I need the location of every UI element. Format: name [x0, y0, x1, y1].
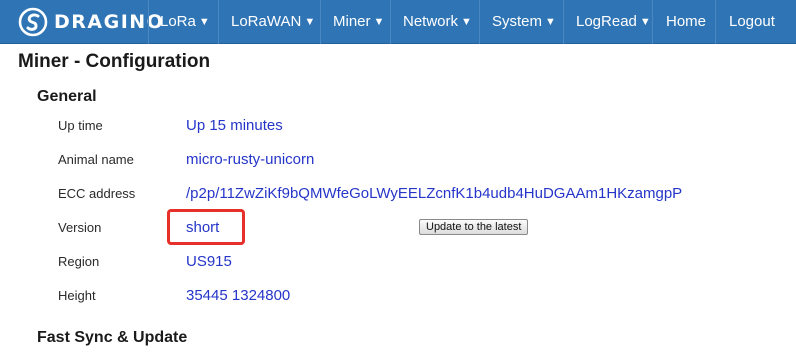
value-region: US915: [186, 253, 232, 270]
nav-item-system[interactable]: System ▼: [492, 0, 556, 44]
nav-item-lora[interactable]: LoRa ▼: [160, 0, 210, 44]
section-title-general: General: [37, 88, 97, 105]
nav-divider: [320, 0, 321, 44]
label-height: Height: [58, 288, 96, 303]
update-to-latest-button[interactable]: Update to the latest: [419, 219, 529, 235]
nav-divider: [390, 0, 391, 44]
nav-item-logread[interactable]: LogRead ▼: [576, 0, 651, 44]
page: DRAGINO LoRa ▼ LoRaWAN ▼ Miner ▼ Network ▼ S…: [0, 0, 796, 357]
label-animal-name: Animal name: [58, 152, 134, 167]
nav-divider: [479, 0, 480, 44]
caret-down-icon: ▼: [461, 16, 472, 28]
label-region: Region: [58, 254, 100, 269]
caret-down-icon: ▼: [198, 16, 210, 28]
version-highlight-box: [167, 209, 245, 245]
nav-divider: [715, 0, 716, 44]
label-up-time: Up time: [58, 118, 103, 133]
nav-item-home[interactable]: Home: [666, 0, 706, 44]
caret-down-icon: ▼: [304, 16, 316, 28]
nav-divider: [652, 0, 653, 44]
nav-divider: [563, 0, 564, 44]
top-navbar: DRAGINO LoRa ▼ LoRaWAN ▼ Miner ▼ Network ▼ S…: [0, 0, 796, 44]
value-ecc-address: /p2p/11ZwZiKf9bQMWfeGoLWyEELZcnfK1b4udb4…: [186, 185, 683, 202]
value-animal-name: micro-rusty-unicorn: [186, 151, 315, 168]
nav-divider: [148, 0, 149, 44]
nav-item-logout[interactable]: Logout: [729, 0, 775, 44]
caret-down-icon: ▼: [639, 16, 651, 28]
label-version: Version: [58, 220, 102, 235]
value-height: 35445 1324800: [186, 287, 291, 304]
nav-item-network[interactable]: Network ▼: [403, 0, 472, 44]
brand[interactable]: DRAGINO: [18, 7, 164, 37]
page-title: Miner - Configuration: [18, 51, 211, 72]
nav-divider: [218, 0, 219, 44]
nav-item-lorawan[interactable]: LoRaWAN ▼: [231, 0, 315, 44]
nav-item-miner[interactable]: Miner ▼: [333, 0, 384, 44]
label-ecc-address: ECC address: [58, 186, 136, 201]
caret-down-icon: ▼: [373, 16, 385, 28]
caret-down-icon: ▼: [545, 16, 556, 28]
dragino-swirl-icon: [18, 7, 48, 37]
value-up-time: Up 15 minutes: [186, 117, 283, 134]
section-title-fast-sync: Fast Sync & Update: [37, 329, 188, 346]
